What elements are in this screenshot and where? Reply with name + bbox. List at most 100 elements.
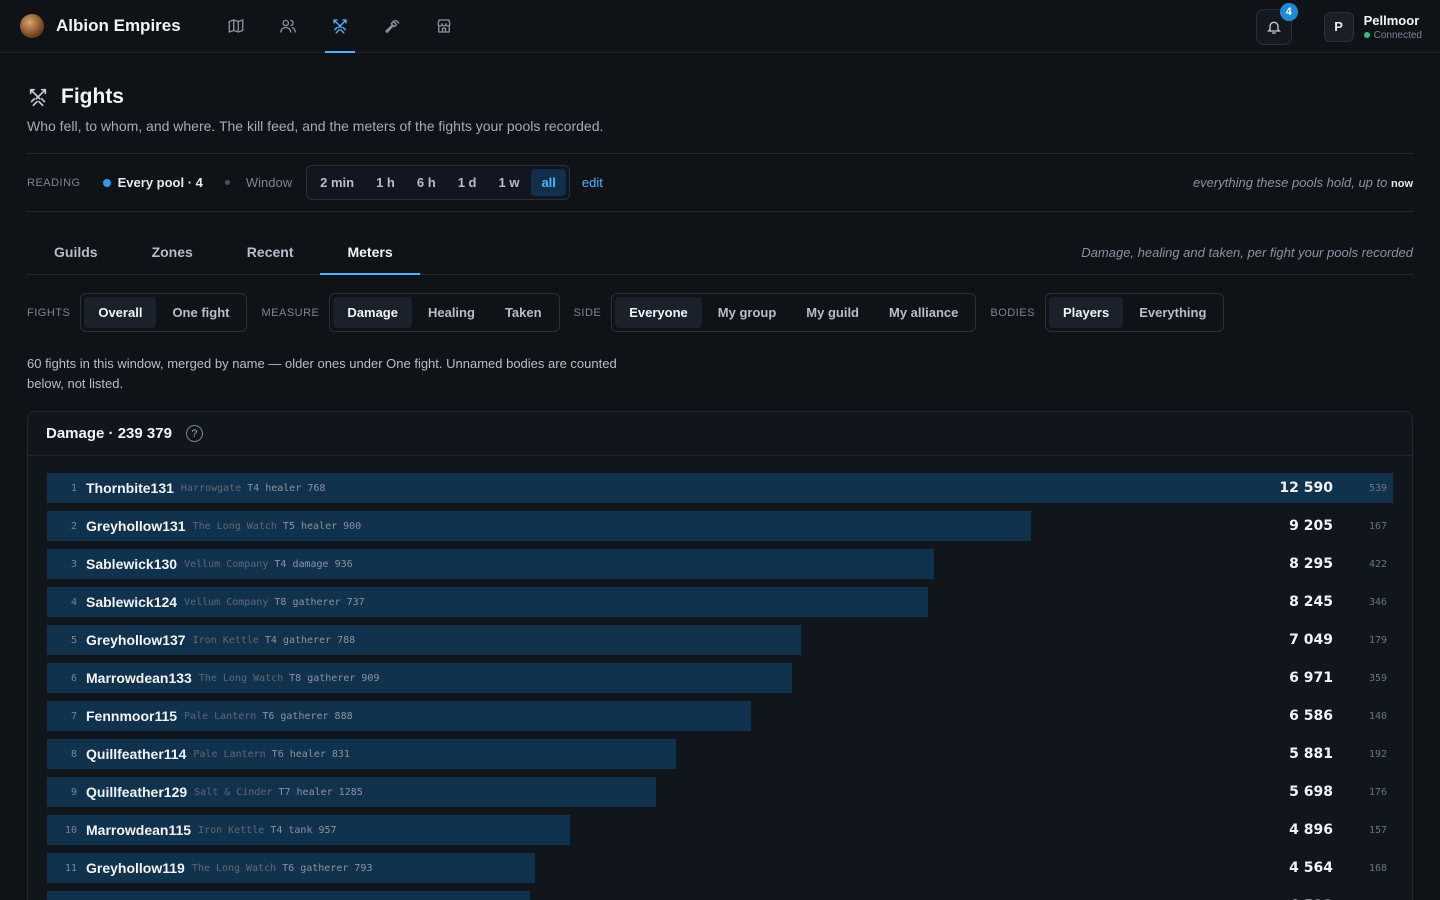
player-guild: Pale Lantern — [193, 748, 266, 760]
main-nav — [221, 0, 459, 53]
pool-label: Every pool · 4 — [117, 175, 203, 190]
player-details: T4 gatherer 788 — [264, 634, 356, 646]
row-rank: 6 — [70, 672, 77, 684]
tab-recent[interactable]: Recent — [220, 244, 321, 274]
market-icon[interactable] — [429, 0, 459, 53]
window-option[interactable]: 1 d — [448, 169, 487, 196]
player-name[interactable]: Marrowdean115 — [86, 822, 191, 838]
player-value: 8 245 — [1289, 594, 1333, 610]
player-count: 168 — [1368, 862, 1387, 874]
bodies-option[interactable]: Players — [1048, 297, 1124, 328]
player-value: 7 049 — [1289, 632, 1333, 648]
notification-count-badge: 4 — [1279, 2, 1298, 21]
crossed-swords-icon[interactable] — [324, 0, 355, 53]
tabs-bar: Guilds Zones Recent Meters Damage, healing … — [27, 212, 1413, 275]
tab-meters[interactable]: Meters — [320, 244, 420, 275]
window-option[interactable]: all — [531, 169, 566, 196]
window-label: Window — [245, 175, 293, 190]
meter-row[interactable]: 11 Greyhollow119 The Long Watch T6 gathere… — [47, 853, 1393, 883]
meter-row-content: 1 Thornbite131 Harrowgate T4 healer 768 12 … — [47, 473, 1393, 503]
player-name[interactable]: Thornbite131 — [86, 480, 174, 496]
window-option[interactable]: 6 h — [407, 169, 446, 196]
player-name[interactable]: Greyhollow131 — [86, 518, 186, 534]
measure-option[interactable]: Taken — [491, 297, 556, 328]
measure-filter: Damage Healing Taken — [329, 293, 560, 332]
players-icon[interactable] — [273, 0, 303, 53]
player-name[interactable]: Greyhollow137 — [86, 632, 186, 648]
player-name[interactable]: Fennmoor115 — [86, 708, 177, 724]
player-name[interactable]: Quillfeather114 — [86, 746, 186, 762]
player-meta: Harrowgate T4 healer 768 — [181, 483, 326, 494]
fights-option[interactable]: One fight — [158, 297, 243, 328]
meter-row[interactable]: 3 Sablewick130 Vellum Company T4 damage 93… — [47, 549, 1393, 579]
player-details: T8 gatherer 737 — [274, 596, 365, 608]
window-option[interactable]: 2 min — [310, 169, 364, 196]
row-rank: 5 — [70, 634, 77, 646]
window-option[interactable]: 1 h — [366, 169, 405, 196]
row-rank: 8 — [70, 748, 77, 760]
measure-option[interactable]: Healing — [414, 297, 489, 328]
player-name[interactable]: Marrowdean133 — [86, 670, 192, 686]
meter-row[interactable]: 6 Marrowdean133 The Long Watch T8 gatherer… — [47, 663, 1393, 693]
player-name[interactable]: Quillfeather129 — [86, 784, 187, 800]
fights-option[interactable]: Overall — [84, 297, 157, 328]
separator-dot — [224, 180, 230, 185]
meter-row[interactable]: 4 Sablewick124 Vellum Company T8 gatherer … — [47, 587, 1393, 617]
player-name[interactable]: Greyhollow119 — [86, 860, 185, 876]
side-option[interactable]: Everyone — [615, 297, 702, 328]
edit-link[interactable]: edit — [582, 175, 603, 190]
meter-panel: Damage · 239 379 ? 1 Thornbite131 Harrowga… — [27, 411, 1413, 900]
meter-row[interactable]: 2 Greyhollow131 The Long Watch T5 healer 9… — [47, 511, 1393, 541]
user-menu[interactable]: P Pellmoor Connected — [1323, 11, 1422, 42]
side-option[interactable]: My group — [704, 297, 791, 328]
side-option[interactable]: My guild — [792, 297, 873, 328]
bodies-option[interactable]: Everything — [1125, 297, 1220, 328]
meter-row[interactable]: 10 Marrowdean115 Iron Kettle T4 tank 957 4 … — [47, 815, 1393, 845]
meter-row-content: 2 Greyhollow131 The Long Watch T5 healer 9… — [47, 511, 1393, 541]
app-logo-icon — [20, 14, 44, 38]
reading-note-text: everything these pools hold, up to — [1192, 175, 1388, 190]
status-dot-icon — [1363, 32, 1370, 38]
player-details: T6 gatherer 793 — [282, 862, 373, 874]
player-details: T4 healer 768 — [247, 482, 326, 494]
player-details: T4 tank 957 — [270, 824, 337, 836]
connection-status: Connected — [1363, 30, 1422, 41]
player-count: 539 — [1368, 482, 1387, 494]
player-guild: Vellum Company — [184, 596, 269, 608]
meter-row[interactable]: 9 Quillfeather129 Salt & Cinder T7 healer … — [47, 777, 1393, 807]
player-name[interactable]: Sablewick130 — [86, 556, 177, 572]
player-value: 5 698 — [1289, 784, 1333, 800]
player-value: 5 881 — [1289, 746, 1333, 762]
meter-panel-header: Damage · 239 379 ? — [28, 412, 1412, 456]
brand[interactable]: Albion Empires — [20, 14, 181, 38]
player-details: T6 gatherer 888 — [262, 710, 353, 722]
meter-row-content: 12Ashkettle141 4 522 — [47, 891, 1393, 900]
page-subtitle: Who fell, to whom, and where. The kill f… — [27, 118, 604, 134]
meter-row-content: 5 Greyhollow137 Iron Kettle T4 gatherer 78… — [47, 625, 1393, 655]
tab-guilds[interactable]: Guilds — [27, 244, 125, 274]
window-option[interactable]: 1 w — [488, 169, 529, 196]
player-meta: The Long Watch T6 gatherer 793 — [192, 863, 373, 874]
meter-row[interactable]: 12Ashkettle141 4 522 — [47, 891, 1393, 900]
help-icon[interactable]: ? — [185, 425, 203, 442]
meter-row[interactable]: 7 Fennmoor115 Pale Lantern T6 gatherer 888… — [47, 701, 1393, 731]
map-icon[interactable] — [221, 0, 251, 53]
bodies-filter: Players Everything — [1044, 293, 1225, 332]
measure-option[interactable]: Damage — [333, 297, 412, 328]
tab-zones[interactable]: Zones — [125, 244, 220, 274]
player-guild: Iron Kettle — [198, 824, 265, 836]
pool-selector[interactable]: Every pool · 4 — [102, 175, 203, 190]
player-meta: Vellum Company T8 gatherer 737 — [184, 597, 365, 608]
reading-label: READING — [27, 176, 81, 189]
meter-row-content: 8 Quillfeather114 Pale Lantern T6 healer 8… — [47, 739, 1393, 769]
meter-row[interactable]: 1 Thornbite131 Harrowgate T4 healer 768 12 … — [47, 473, 1393, 503]
hammer-icon[interactable] — [377, 0, 407, 53]
side-option[interactable]: My alliance — [875, 297, 972, 328]
player-name[interactable]: Sablewick124 — [86, 594, 177, 610]
crossed-swords-icon — [29, 88, 47, 107]
row-rank: 1 — [70, 482, 77, 494]
meter-row[interactable]: 5 Greyhollow137 Iron Kettle T4 gatherer 78… — [47, 625, 1393, 655]
meter-row-content: 6 Marrowdean133 The Long Watch T8 gatherer… — [47, 663, 1393, 693]
meter-row[interactable]: 8 Quillfeather114 Pale Lantern T6 healer 8… — [47, 739, 1393, 769]
notifications-button[interactable]: 4 — [1255, 2, 1298, 45]
